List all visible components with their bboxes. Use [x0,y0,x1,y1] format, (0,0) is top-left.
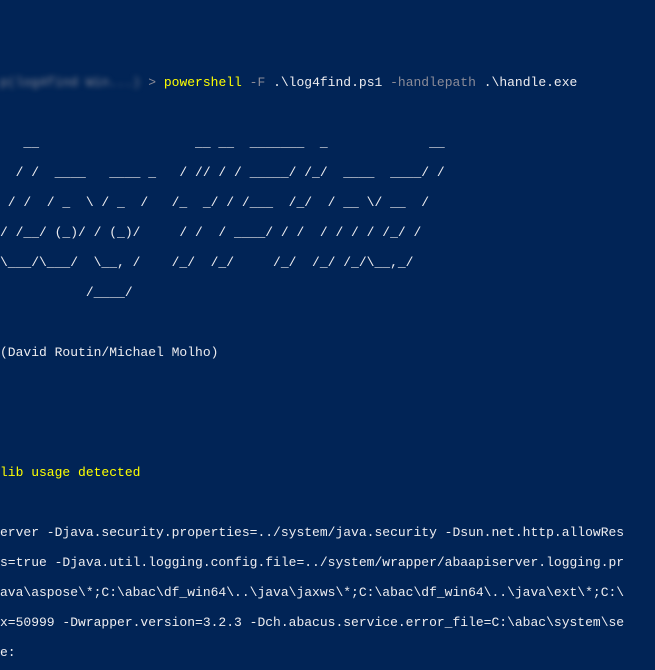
cmd-arg2: .\handle.exe [484,75,578,90]
cmd-flag1: -F [242,75,273,90]
proc-line: x=50999 -Dwrapper.version=3.2.3 -Dch.aba… [0,615,655,630]
prompt-host: p(log4find Win...) [0,75,140,90]
prompt-line[interactable]: p(log4find Win...) > powershell -F .\log… [0,75,655,90]
cmd-flag2: -handlepath [382,75,483,90]
ascii-banner-1: __ __ __ _______ _ __ [0,135,655,150]
ascii-banner-6: /____/ [0,285,655,300]
prompt-arrow: > [140,75,163,90]
authors-line: (David Routin/Michael Molho) [0,345,655,360]
cmd-name: powershell [164,75,242,90]
ascii-banner-3: / / / _ \ / _ / /_ _/ / /___ /_/ / __ \/… [0,195,655,210]
ascii-banner-4: / /__/ (_)/ / (_)/ / / / ____/ / / / / /… [0,225,655,240]
proc-line: e: [0,645,655,660]
detected-header-1: lib usage detected [0,465,655,480]
proc-line: erver -Djava.security.properties=../syst… [0,525,655,540]
ascii-banner-2: / / ____ ____ _ / // / / _____/ /_/ ____… [0,165,655,180]
cmd-arg1: .\log4find.ps1 [273,75,382,90]
proc-line: s=true -Djava.util.logging.config.file=.… [0,555,655,570]
proc-line: ava\aspose\*;C:\abac\df_win64\..\java\ja… [0,585,655,600]
terminal-window: p(log4find Win...) > powershell -F .\log… [0,60,655,670]
ascii-banner-5: \___/\___/ \__, / /_/ /_/ /_/ /_/ /_/\__… [0,255,655,270]
